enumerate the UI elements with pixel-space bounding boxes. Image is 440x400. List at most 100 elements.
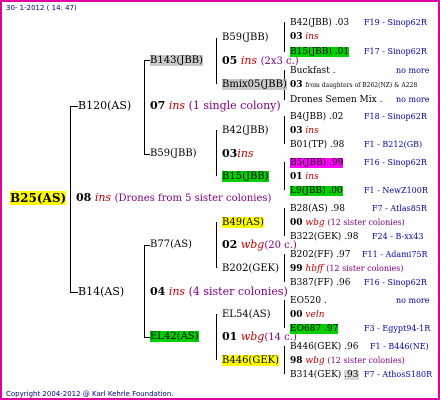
- gen2-mark: wbg: [240, 330, 265, 343]
- gen4-name[interactable]: B202(FF): [290, 250, 333, 260]
- gen4-mark: ins: [305, 126, 319, 136]
- gen2-name[interactable]: B143(JBB): [150, 55, 203, 66]
- sire-note: (1 single colony): [188, 99, 281, 112]
- tree-line: [216, 130, 217, 176]
- root-name[interactable]: B25(AS): [10, 191, 67, 205]
- root-year: 08: [76, 191, 92, 204]
- gen4-name[interactable]: B322(GEK): [290, 232, 341, 242]
- gen2-year: 05: [222, 54, 238, 67]
- gen4-code: F16 - Sinop62R: [364, 278, 427, 287]
- gen4-row[interactable]: B15(JBB) .01: [290, 46, 350, 58]
- gen2-mark: wbg: [240, 238, 265, 251]
- gen2-queen[interactable]: B77(AS): [150, 239, 192, 251]
- gen4-mark: wbg: [305, 356, 325, 366]
- gen2-mark: ins: [237, 147, 254, 160]
- gen4-row[interactable]: B42(JBB) .03: [290, 17, 349, 29]
- gen4-val: .: [379, 95, 383, 105]
- root-note: (Drones from 5 sister colonies): [114, 193, 272, 204]
- gen4-row[interactable]: EO520 .: [290, 295, 327, 307]
- gen4-row[interactable]: B387(FF) .96: [290, 277, 351, 289]
- gen2-name[interactable]: EL42(AS): [150, 331, 199, 342]
- gen3-queen[interactable]: Bmix05(JBB): [222, 79, 287, 91]
- gen3-name[interactable]: B49(AS): [222, 217, 264, 228]
- gen4-name[interactable]: B387(FF): [290, 278, 333, 288]
- gen3-name[interactable]: Bmix05(JBB): [222, 79, 287, 90]
- dam-name[interactable]: B14(AS): [78, 286, 124, 298]
- gen2-year: 02: [222, 238, 238, 251]
- gen3-name[interactable]: B446(GEK): [222, 355, 279, 366]
- gen4-mark: vеln: [305, 310, 325, 320]
- gen3-name[interactable]: B15(JBB): [222, 171, 269, 182]
- gen2-name[interactable]: B77(AS): [150, 239, 192, 250]
- gen4-val: .00: [328, 186, 343, 196]
- gen4-row[interactable]: L9(JBB) .00: [290, 185, 343, 197]
- gen4-row[interactable]: EO687 .97: [290, 323, 339, 335]
- gen3-queen[interactable]: B446(GEK): [222, 355, 279, 367]
- gen4-name[interactable]: B446(GEK): [290, 342, 341, 352]
- gen4-row[interactable]: B28(AS) .98: [290, 203, 345, 215]
- gen4-name[interactable]: B42(JBB): [290, 18, 332, 28]
- gen4-name[interactable]: B15(JBB): [290, 47, 332, 57]
- gen4-note: (12 sister colonies): [326, 264, 404, 273]
- sire-name[interactable]: B120(AS): [78, 100, 131, 112]
- header-date: 30- 1-2012 ( 14: 47): [6, 4, 77, 12]
- gen4-row[interactable]: B446(GEK) .96: [290, 341, 359, 353]
- gen4-name[interactable]: Buckfast: [290, 66, 330, 76]
- gen4-val: .02: [329, 112, 344, 122]
- gen4-row: 01 ins: [290, 171, 319, 183]
- gen4-code: no more: [396, 95, 430, 104]
- gen4-name[interactable]: Drones Semen Mix: [290, 95, 377, 105]
- gen4-row: 00 wbg (12 sister colonies): [290, 217, 405, 229]
- gen2-name[interactable]: B59(JBB): [150, 148, 197, 159]
- gen4-note: from daughters of B262(NZ) & A228: [305, 82, 418, 89]
- tree-line: [70, 292, 78, 293]
- gen4-mark: wbg: [305, 218, 325, 228]
- gen4-row[interactable]: Buckfast .: [290, 65, 336, 77]
- gen4-note: (12 sister colonies): [327, 218, 405, 227]
- gen4-mark: hbff: [305, 264, 324, 274]
- gen4-val: .93: [344, 370, 359, 380]
- gen4-name[interactable]: B5(JBB): [290, 158, 326, 168]
- gen3-queen[interactable]: B59(JBB): [222, 32, 269, 44]
- gen4-code: F1 - NewZ100R: [364, 186, 428, 195]
- gen4-val: .98: [344, 232, 359, 242]
- gen4-row[interactable]: Drones Semen Mix .: [290, 94, 382, 106]
- gen4-val: .96: [336, 278, 351, 288]
- tree-line: [284, 346, 285, 374]
- gen3-queen[interactable]: B15(JBB): [222, 171, 269, 183]
- dam-info: 04 ins (4 sister colonies): [150, 286, 288, 298]
- gen4-year: 98: [290, 356, 303, 366]
- gen4-name[interactable]: B01(TP): [290, 140, 327, 150]
- gen4-name[interactable]: L9(JBB): [290, 186, 326, 196]
- gen4-row[interactable]: B4(JBB) .02: [290, 111, 343, 123]
- gen3-queen[interactable]: B42(JBB): [222, 125, 269, 137]
- gen4-row[interactable]: B202(FF) .97: [290, 249, 351, 261]
- gen4-row[interactable]: B322(GEK) .98: [290, 231, 359, 243]
- gen4-row: 99 hbff (12 sister colonies): [290, 263, 404, 275]
- gen4-val: .: [324, 296, 327, 306]
- gen4-name[interactable]: B4(JBB): [290, 112, 326, 122]
- gen4-name[interactable]: B28(AS): [290, 204, 328, 214]
- gen4-name[interactable]: B314(GEK): [290, 370, 341, 380]
- sire-year: 07: [150, 99, 166, 112]
- gen4-row[interactable]: B01(TP) .98: [290, 139, 344, 151]
- sire-mark: ins: [168, 99, 186, 112]
- gen4-year: 03: [290, 32, 303, 42]
- gen4-name[interactable]: EO520: [290, 296, 321, 306]
- gen2-queen[interactable]: EL42(AS): [150, 331, 199, 343]
- root-queen[interactable]: B25(AS): [10, 191, 67, 205]
- gen4-row[interactable]: B5(JBB) .99: [290, 157, 344, 169]
- gen2-queen[interactable]: B143(JBB): [150, 55, 203, 67]
- gen4-row[interactable]: B314(GEK) .93: [290, 369, 359, 381]
- gen4-name[interactable]: EO687: [290, 324, 321, 334]
- gen4-val: .98: [330, 140, 345, 150]
- gen4-val: .03: [334, 18, 350, 28]
- gen3-queen[interactable]: B202(GEK): [222, 263, 279, 275]
- gen2-queen[interactable]: B59(JBB): [150, 148, 197, 160]
- gen4-code: F17 - Sinop62R: [364, 47, 427, 56]
- root-info: 08 ins (Drones from 5 sister colonies): [76, 192, 271, 205]
- tree-line: [70, 106, 71, 292]
- gen4-code: no more: [396, 66, 430, 75]
- gen3-queen[interactable]: B49(AS): [222, 217, 264, 229]
- gen3-queen[interactable]: EL54(AS): [222, 309, 271, 321]
